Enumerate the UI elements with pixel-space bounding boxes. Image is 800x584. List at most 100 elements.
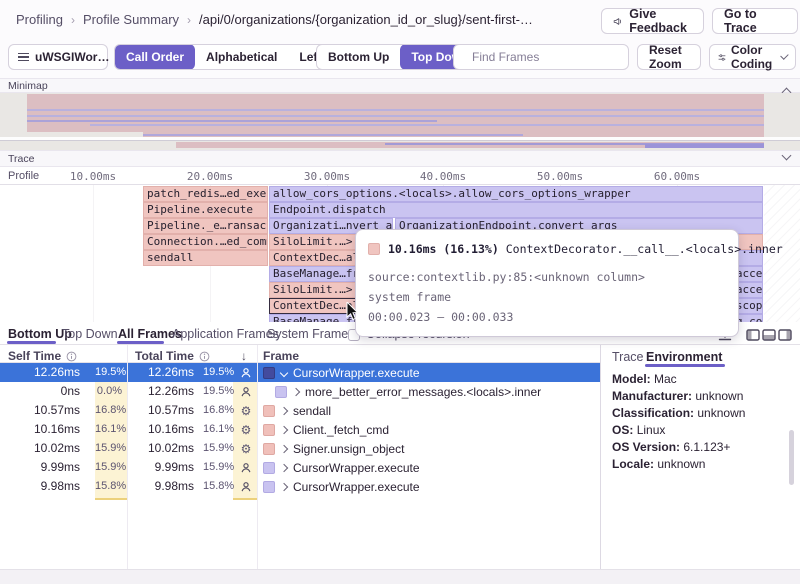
info-icon bbox=[66, 351, 77, 362]
tooltip-time-range: 00:00.023 — 00:00.033 bbox=[368, 307, 726, 327]
env-field: OS: Linux bbox=[612, 422, 792, 439]
chevron-right-icon[interactable] bbox=[280, 406, 288, 414]
column-divider bbox=[257, 345, 258, 569]
tab-alphabetical[interactable]: Alphabetical bbox=[195, 44, 288, 70]
flame-frame[interactable]: allow_cors_options.<locals>.allow_cors_o… bbox=[269, 186, 763, 202]
dock-bottom-icon[interactable] bbox=[762, 329, 776, 341]
tab-application-frames[interactable]: Application Frames bbox=[172, 327, 279, 341]
application-frame-icon bbox=[236, 382, 256, 401]
tab-call-order[interactable]: Call Order bbox=[115, 44, 195, 70]
flame-frame[interactable]: SiloLimit.…>.over bbox=[269, 282, 357, 298]
thread-selector[interactable]: uWSGIWor… bbox=[8, 44, 108, 70]
tooltip-frame-kind: system frame bbox=[368, 287, 726, 307]
frame-color-swatch bbox=[263, 481, 275, 493]
column-divider bbox=[127, 345, 128, 569]
flame-frame[interactable]: Endpoint.dispatch bbox=[269, 202, 763, 218]
sort-desc-icon[interactable]: ↓ bbox=[241, 349, 247, 363]
breadcrumb-profile-summary[interactable]: Profile Summary bbox=[83, 12, 179, 27]
tab-bottom-up[interactable]: Bottom Up bbox=[317, 44, 400, 70]
color-coding-label: Color Coding bbox=[731, 43, 777, 71]
frame-name: CursorWrapper.execute bbox=[293, 366, 420, 380]
application-frame-icon bbox=[236, 458, 256, 477]
table-row[interactable]: 9.98ms 15.8% 9.98ms 15.8% CursorWrapper.… bbox=[0, 477, 600, 496]
breadcrumb-profiling[interactable]: Profiling bbox=[16, 12, 63, 27]
ruler-tick: 40.00ms bbox=[420, 170, 466, 183]
flame-frame[interactable]: sendall bbox=[143, 250, 268, 266]
frame-header[interactable]: Frame bbox=[263, 349, 299, 363]
tab-trace-details[interactable]: Trace bbox=[612, 350, 644, 364]
mouse-cursor bbox=[346, 302, 360, 322]
table-header-row bbox=[0, 345, 600, 363]
flame-frame[interactable]: Connection.…ed_command bbox=[143, 234, 268, 250]
dock-left-icon[interactable] bbox=[746, 329, 760, 341]
ruler-tick: 50.00ms bbox=[537, 170, 583, 183]
table-row[interactable]: 0ns 0.0% 12.26ms 19.5% more_better_error… bbox=[0, 382, 600, 401]
application-frame-icon bbox=[236, 363, 256, 382]
system-frame-icon: ⚙ bbox=[236, 401, 256, 420]
flame-frame[interactable]: ContextDec…als>.i bbox=[269, 250, 357, 266]
frame-name: sendall bbox=[293, 404, 331, 418]
flame-frame[interactable]: BaseManage…from_c bbox=[269, 266, 357, 282]
flame-frame-selected[interactable]: ContextDec…als>.i bbox=[269, 298, 357, 314]
breadcrumb-separator: › bbox=[71, 13, 75, 27]
ruler-tick: 30.00ms bbox=[304, 170, 350, 183]
chevron-right-icon[interactable] bbox=[280, 463, 288, 471]
chevron-down-icon[interactable] bbox=[280, 368, 288, 376]
frame-color-swatch bbox=[263, 367, 275, 379]
give-feedback-button[interactable]: Give Feedback bbox=[601, 8, 704, 34]
table-row[interactable]: 10.57ms 16.8% 10.57ms 16.8% ⚙ sendall bbox=[0, 401, 600, 420]
go-to-trace-button[interactable]: Go to Trace bbox=[712, 8, 798, 34]
minimap-viewport-band[interactable] bbox=[0, 137, 800, 141]
ruler-tick: 60.00ms bbox=[654, 170, 700, 183]
flame-frame[interactable]: Pipeline.execute bbox=[143, 202, 268, 218]
tab-system-frames[interactable]: System Frames bbox=[267, 327, 355, 341]
thread-selector-label: uWSGIWor… bbox=[35, 50, 109, 64]
flame-frame[interactable]: Pipeline._e…ransaction bbox=[143, 218, 268, 234]
minimap-canvas[interactable] bbox=[0, 93, 800, 150]
panel-divider[interactable] bbox=[600, 345, 601, 569]
trace-collapse-icon[interactable] bbox=[782, 151, 792, 161]
flame-frame[interactable]: patch_redis…ed_execute bbox=[143, 186, 268, 202]
tab-environment[interactable]: Environment bbox=[646, 350, 722, 364]
breadcrumb-transaction: /api/0/organizations/{organization_id_or… bbox=[199, 12, 533, 27]
flame-frame[interactable]: SiloLimit.…>.over bbox=[269, 234, 357, 250]
chevron-right-icon[interactable] bbox=[280, 444, 288, 452]
frame-color-swatch bbox=[368, 243, 380, 255]
table-row[interactable]: 10.16ms 16.1% 10.16ms 16.1% ⚙ Client._fe… bbox=[0, 420, 600, 439]
table-row[interactable]: 10.02ms 15.9% 10.02ms 15.9% ⚙ Signer.uns… bbox=[0, 439, 600, 458]
active-tab-underline bbox=[117, 341, 164, 344]
frame-header-label: Frame bbox=[263, 349, 299, 363]
find-frames-search[interactable] bbox=[453, 44, 629, 70]
scrollbar-thumb[interactable] bbox=[789, 430, 794, 485]
dock-right-icon[interactable] bbox=[778, 329, 792, 341]
tab-top-down-table[interactable]: Top Down bbox=[62, 327, 118, 341]
active-tab-underline bbox=[645, 364, 725, 367]
tooltip-source: source:contextlib.py:85:<unknown column> bbox=[368, 267, 726, 287]
frame-color-swatch bbox=[263, 443, 275, 455]
env-field: Manufacturer: unknown bbox=[612, 388, 792, 405]
minimap-header: Minimap bbox=[0, 78, 800, 93]
frame-color-swatch bbox=[263, 424, 275, 436]
self-time-header-label: Self Time bbox=[8, 349, 61, 363]
tooltip-duration: 10.16ms (16.13%) bbox=[388, 242, 499, 256]
search-input[interactable] bbox=[470, 49, 629, 65]
frame-name: Client._fetch_cmd bbox=[293, 423, 389, 437]
self-time-header[interactable]: Self Time bbox=[8, 349, 77, 363]
color-coding-button[interactable]: Color Coding bbox=[709, 44, 796, 70]
total-time-header[interactable]: Total Time bbox=[135, 349, 210, 363]
chevron-right-icon[interactable] bbox=[280, 425, 288, 433]
chevron-right-icon[interactable] bbox=[292, 387, 300, 395]
table-row[interactable]: 9.99ms 15.9% 9.99ms 15.9% CursorWrapper.… bbox=[0, 458, 600, 477]
minimap-block bbox=[645, 144, 764, 148]
minimap-block bbox=[27, 109, 764, 111]
table-row[interactable]: 12.26ms 19.5% 12.26ms 19.5% CursorWrappe… bbox=[0, 363, 600, 382]
env-field: OS Version: 6.1.123+ bbox=[612, 439, 792, 456]
env-field: Locale: unknown bbox=[612, 456, 792, 473]
trace-label: Trace bbox=[8, 153, 34, 165]
env-field: Classification: unknown bbox=[612, 405, 792, 422]
chevron-right-icon[interactable] bbox=[280, 482, 288, 490]
chevron-down-icon bbox=[781, 51, 789, 59]
reset-zoom-button[interactable]: Reset Zoom bbox=[637, 44, 701, 70]
trace-header: Trace bbox=[0, 150, 800, 167]
env-field: Model: Mac bbox=[612, 371, 792, 388]
